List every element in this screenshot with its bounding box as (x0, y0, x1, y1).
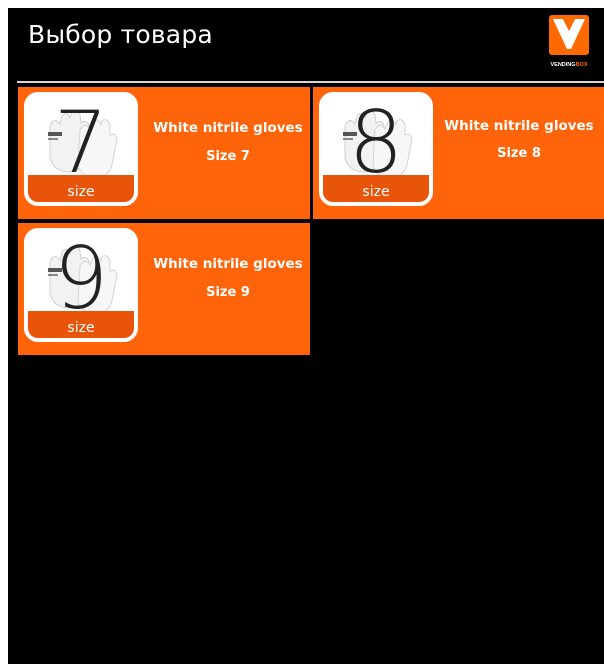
product-card-size-8[interactable]: 8 size White nitrile gloves Size 8 (313, 87, 604, 219)
kiosk-screen: Выбор товара VENDINGBOX 7 size White nit… (8, 8, 604, 664)
size-word: size (67, 184, 95, 200)
logo-text-primary: VENDING (550, 62, 576, 68)
page-title: Выбор товара (28, 20, 213, 49)
product-card-size-9[interactable]: 9 size White nitrile gloves Size 9 (18, 223, 310, 355)
logo-text-accent: BOX (575, 62, 588, 68)
size-number: 9 (53, 229, 109, 329)
product-thumbnail: 8 size (319, 92, 433, 206)
logo-text: VENDINGBOX (543, 62, 595, 68)
product-name: White nitrile gloves (444, 118, 594, 134)
product-size-label: Size 8 (497, 146, 541, 161)
header-divider (17, 81, 604, 83)
product-name: White nitrile gloves (153, 120, 303, 136)
product-thumbnail: 9 size (24, 228, 138, 342)
product-size-label: Size 9 (206, 285, 250, 300)
size-word: size (67, 320, 95, 336)
size-number: 8 (348, 93, 404, 193)
product-size-label: Size 7 (206, 149, 250, 164)
product-thumbnail: 7 size (24, 92, 138, 206)
product-card-size-7[interactable]: 7 size White nitrile gloves Size 7 (18, 87, 310, 219)
size-number: 7 (53, 93, 109, 193)
product-name: White nitrile gloves (153, 256, 303, 272)
size-word: size (362, 184, 390, 200)
